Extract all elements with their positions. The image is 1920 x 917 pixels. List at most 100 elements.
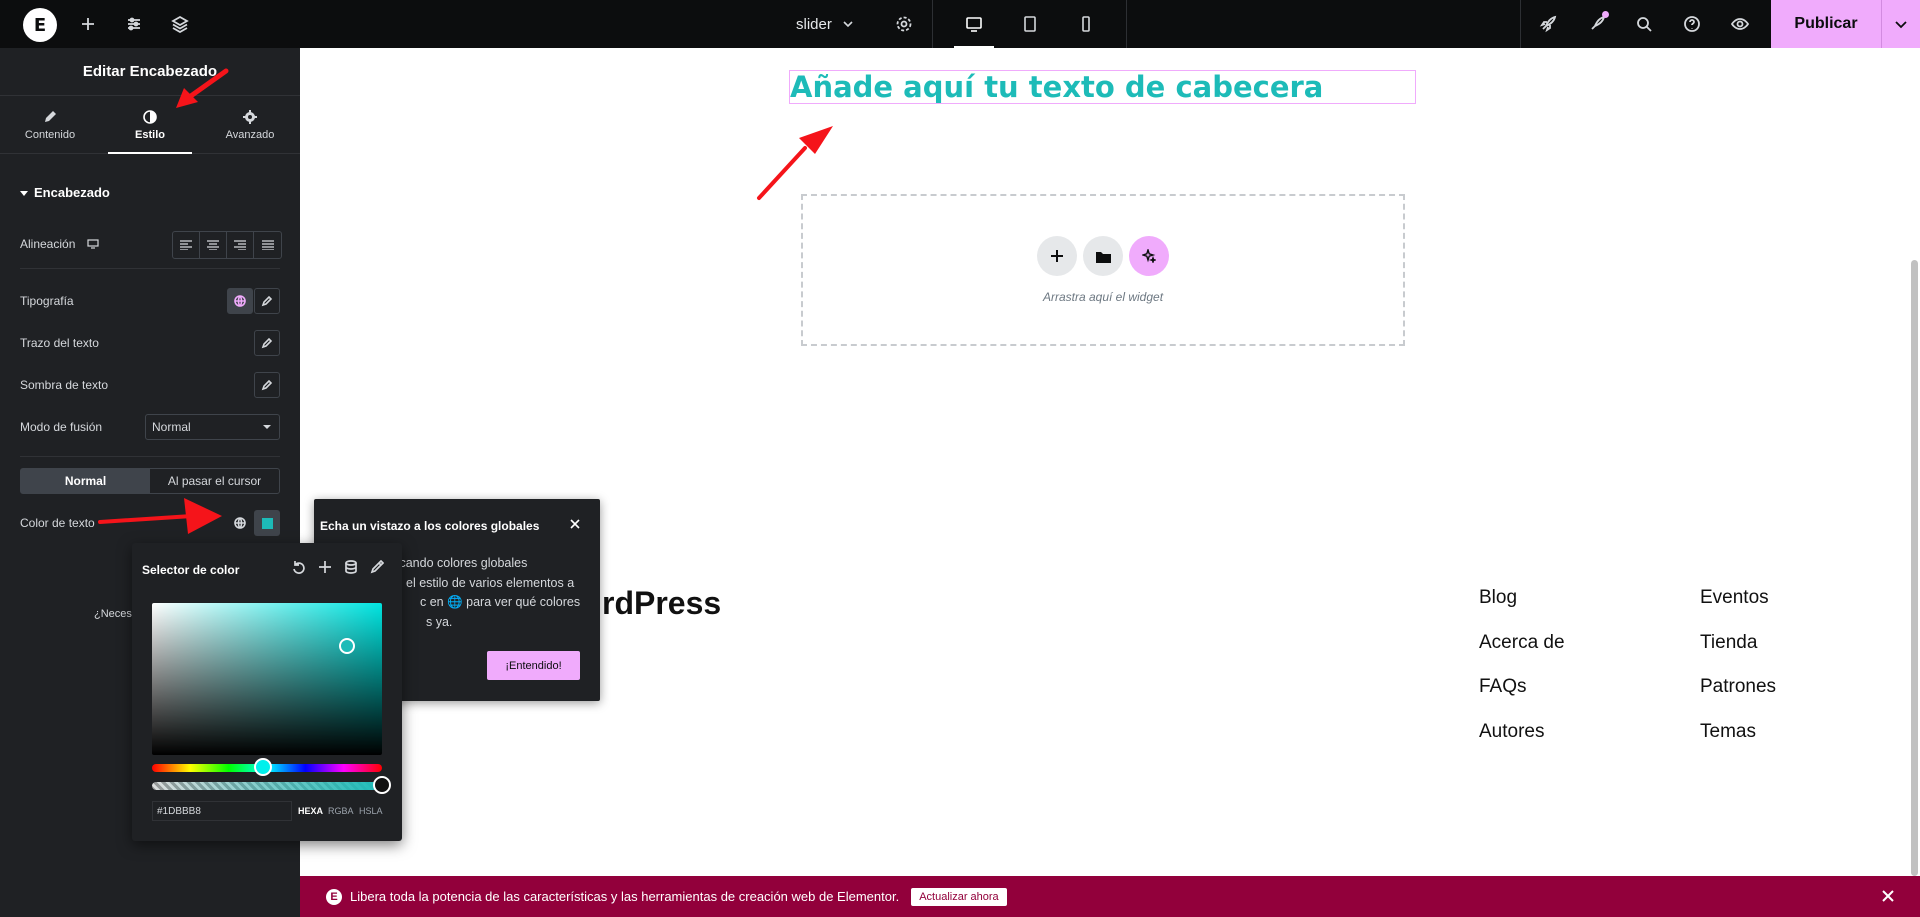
page-settings-button[interactable] [890,0,918,48]
footer-link-faqs[interactable]: FAQs [1479,676,1527,698]
upgrade-now-button[interactable]: Actualizar ahora [911,887,1007,906]
top-bar: E slider Publicar [0,0,1920,48]
format-hsla-option[interactable]: HSLA [359,806,383,816]
structure-button[interactable] [166,0,194,48]
reset-icon[interactable] [292,560,306,574]
select-value: Normal [152,420,191,434]
tab-advanced[interactable]: Avanzado [200,96,300,153]
alpha-slider[interactable] [152,782,382,790]
text-color-swatch-button[interactable] [254,510,280,536]
sparkles-icon [1142,249,1156,263]
tab-label: Contenido [24,128,76,141]
logo-letter: E [33,14,47,36]
tab-style[interactable]: Estilo [100,96,200,154]
tooltip-close-button[interactable] [570,516,580,532]
alpha-handle[interactable] [373,776,391,794]
align-justify-button[interactable] [254,232,281,258]
state-normal-tab[interactable]: Normal [21,469,150,493]
settings-icon [896,16,912,32]
footer-link-events[interactable]: Eventos [1700,587,1769,609]
footer-link-blog[interactable]: Blog [1479,587,1517,609]
text-shadow-edit-button[interactable] [254,372,280,398]
desktop-icon[interactable] [87,238,99,250]
pencil-icon [45,110,56,122]
footer-link-themes[interactable]: Temas [1700,721,1756,743]
align-center-button[interactable] [200,232,227,258]
site-settings-button[interactable] [120,0,148,48]
blend-mode-select[interactable]: Normal [145,414,280,440]
footer-link-about[interactable]: Acerca de [1479,632,1565,654]
footer-link-shop[interactable]: Tienda [1700,632,1757,654]
add-element-button[interactable] [74,0,102,48]
close-icon [570,519,580,529]
globe-icon [234,517,246,529]
search-button[interactable] [1630,0,1658,48]
whats-new-button[interactable] [1583,0,1611,48]
hex-input[interactable]: #1DBBB8 [152,801,292,821]
state-hover-tab[interactable]: Al pasar el cursor [150,469,279,493]
search-icon [1637,17,1652,32]
publish-button[interactable]: Publicar [1771,15,1881,33]
preview-button[interactable] [1726,0,1754,48]
device-tablet-button[interactable] [1002,0,1058,48]
align-left-button[interactable] [173,232,200,258]
gear-icon [243,109,257,124]
hue-handle[interactable] [254,758,272,776]
rocket-icon [1539,15,1557,33]
panel-title: Editar Encabezado [0,48,300,96]
ai-generate-button[interactable] [1129,236,1169,276]
align-right-button[interactable] [227,232,254,258]
add-section-button[interactable] [1037,236,1077,276]
typography-edit-button[interactable] [254,288,280,314]
widget-drop-zone[interactable]: Arrastra aquí el widget [801,194,1405,346]
footer-link-authors[interactable]: Autores [1479,721,1544,743]
plus-icon[interactable] [318,560,332,574]
add-template-button[interactable] [1083,236,1123,276]
canvas-scrollbar[interactable] [1911,260,1918,876]
picker-tools [292,560,384,574]
publish-button-group: Publicar [1771,0,1920,48]
format-hexa-option[interactable]: HEXA [298,806,323,816]
publish-options-button[interactable] [1882,17,1920,31]
section-header-heading[interactable]: Encabezado [20,185,110,200]
text-stroke-edit-button[interactable] [254,330,280,356]
elementor-logo-button[interactable]: E [23,8,57,42]
got-it-button[interactable]: ¡Entendido! [487,651,580,680]
database-icon[interactable] [344,560,358,574]
text-color-global-button[interactable] [227,510,253,536]
device-mobile-button[interactable] [1058,0,1114,48]
control-label: Alineación [20,237,76,251]
caret-down-icon [263,425,271,429]
half-circle-icon [143,109,157,124]
help-button[interactable] [1678,0,1706,48]
format-rgba-option[interactable]: RGBA [328,806,354,816]
divider [20,456,280,457]
pencil-icon [261,295,273,307]
picker-title: Selector de color [142,563,240,577]
elementor-badge-icon: E [326,888,342,905]
saturation-area[interactable] [152,603,382,755]
plus-icon [82,18,94,30]
eyedropper-icon[interactable] [370,560,384,574]
control-label: Tipografía [20,294,74,308]
tab-content[interactable]: Contenido [0,96,100,153]
saturation-handle[interactable] [339,638,355,654]
device-desktop-button[interactable] [946,0,1002,48]
page-selector[interactable]: slider [796,0,854,48]
control-label: Color de texto [20,516,95,530]
heading-widget[interactable]: Añade aquí tu texto de cabecera [789,70,1416,104]
tab-label: Estilo [135,128,165,141]
control-label: Trazo del texto [20,336,99,350]
site-launch-button[interactable] [1534,0,1562,48]
layers-icon [171,15,189,33]
need-help-link[interactable]: ¿Necesi [94,604,134,624]
control-label: Sombra de texto [20,378,109,392]
banner-text: Libera toda la potencia de las caracterí… [350,889,900,904]
color-picker: Selector de color #1DBBB8 HEXA RGBA HSLA [132,543,402,841]
notification-dot [1602,11,1609,18]
mobile-icon [1082,16,1090,32]
close-banner-button[interactable] [1882,886,1894,907]
typography-global-button[interactable] [227,288,253,314]
footer-link-patterns[interactable]: Patrones [1700,676,1776,698]
divider [1126,0,1127,48]
